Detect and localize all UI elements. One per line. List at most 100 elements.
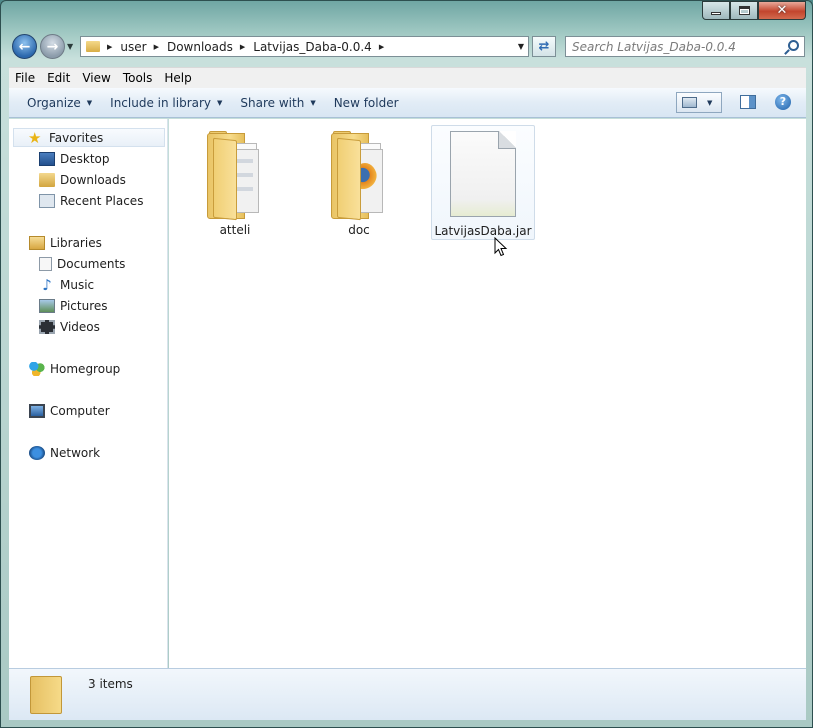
search-box[interactable]: [565, 36, 805, 57]
nav-music-label: Music: [60, 277, 95, 292]
blank-file-icon: [450, 131, 516, 217]
share-with-label: Share with: [240, 95, 305, 110]
explorer-window: ✕ ← → ▼ ▶ user ▶ Downloads ▶ Latvijas_Da…: [0, 0, 813, 728]
nav-computer[interactable]: Computer: [29, 401, 110, 420]
new-folder-label: New folder: [333, 95, 399, 110]
libraries-icon: [29, 235, 45, 250]
chevron-down-icon: ▼: [86, 98, 93, 107]
nav-documents[interactable]: Documents: [39, 254, 125, 273]
file-item-atteli[interactable]: atteli: [183, 125, 287, 240]
nav-desktop[interactable]: Desktop: [39, 149, 110, 168]
breadcrumb-current-folder[interactable]: Latvijas_Daba-0.0.4: [253, 40, 372, 54]
chevron-down-icon: ▼: [310, 98, 316, 107]
nav-computer-label: Computer: [50, 403, 110, 418]
network-icon: [29, 445, 45, 460]
maximize-icon: [738, 6, 750, 15]
nav-network[interactable]: Network: [29, 443, 100, 462]
nav-downloads-label: Downloads: [60, 172, 126, 187]
breadcrumb-user[interactable]: user: [120, 40, 146, 54]
documents-icon: [39, 256, 52, 271]
close-icon: ✕: [776, 3, 788, 18]
computer-icon: [29, 403, 45, 418]
file-name: LatvijasDaba.jar: [434, 224, 532, 238]
folder-icon: [207, 131, 271, 221]
nav-downloads[interactable]: Downloads: [39, 170, 126, 189]
back-button[interactable]: ←: [12, 34, 37, 59]
menu-edit[interactable]: Edit: [41, 71, 76, 85]
menu-bar: File Edit View Tools Help: [9, 67, 806, 88]
nav-recent-places[interactable]: Recent Places: [39, 191, 143, 210]
search-icon[interactable]: [788, 40, 799, 51]
preview-pane-icon[interactable]: [740, 95, 756, 109]
nav-music[interactable]: ♪ Music: [39, 275, 94, 294]
recent-places-icon: [39, 193, 55, 208]
pictures-icon: [39, 298, 55, 313]
include-in-library-label: Include in library: [110, 95, 212, 110]
minimize-icon: [711, 12, 721, 15]
breadcrumb-downloads[interactable]: Downloads: [167, 40, 233, 54]
file-name: atteli: [219, 223, 251, 237]
nav-desktop-label: Desktop: [60, 151, 110, 166]
file-name: doc: [348, 223, 370, 237]
breadcrumb-separator-icon[interactable]: ▶: [240, 43, 245, 51]
nav-libraries[interactable]: Libraries: [29, 233, 102, 252]
nav-recent-places-label: Recent Places: [60, 193, 144, 208]
folder-icon: [30, 676, 62, 714]
organize-button[interactable]: Organize ▼: [18, 96, 101, 110]
chevron-down-icon[interactable]: ▼: [707, 99, 712, 107]
address-dropdown-icon[interactable]: ▼: [518, 42, 524, 51]
view-icon: [682, 97, 697, 108]
help-icon[interactable]: ?: [775, 94, 791, 110]
nav-documents-label: Documents: [57, 256, 126, 271]
close-button[interactable]: ✕: [758, 1, 806, 20]
minimize-button[interactable]: [702, 1, 730, 20]
nav-videos[interactable]: Videos: [39, 317, 100, 336]
details-pane: 3 items: [9, 668, 806, 720]
include-in-library-button[interactable]: Include in library ▼: [101, 96, 231, 110]
star-icon: ★: [28, 128, 42, 147]
breadcrumb-separator-icon[interactable]: ▶: [154, 43, 159, 51]
nav-libraries-label: Libraries: [50, 235, 102, 250]
menu-help[interactable]: Help: [158, 71, 197, 85]
caption-buttons: ✕: [702, 1, 806, 20]
new-folder-button[interactable]: New folder: [325, 96, 408, 110]
videos-icon: [39, 319, 55, 334]
recent-pages-dropdown[interactable]: ▼: [67, 42, 73, 51]
address-bar[interactable]: ▶ user ▶ Downloads ▶ Latvijas_Daba-0.0.4…: [80, 36, 529, 57]
breadcrumb-separator-icon[interactable]: ▶: [379, 43, 384, 51]
desktop-icon: [39, 151, 55, 166]
nav-pictures-label: Pictures: [60, 298, 108, 313]
back-arrow-icon: ←: [18, 38, 31, 55]
nav-videos-label: Videos: [60, 319, 100, 334]
folder-icon: [86, 41, 100, 52]
menu-file[interactable]: File: [9, 71, 41, 85]
chevron-down-icon: ▼: [217, 98, 223, 107]
command-bar: Organize ▼ Include in library ▼ Share wi…: [9, 88, 806, 118]
breadcrumb-separator-icon[interactable]: ▶: [107, 43, 112, 51]
forward-button[interactable]: →: [40, 34, 65, 59]
menu-tools[interactable]: Tools: [117, 71, 159, 85]
menu-view[interactable]: View: [76, 71, 116, 85]
folder-icon: [331, 131, 395, 221]
organize-label: Organize: [27, 95, 81, 110]
nav-homegroup[interactable]: Homegroup: [29, 359, 120, 378]
file-list[interactable]: atteli doc LatvijasDaba.jar: [169, 119, 806, 668]
nav-homegroup-label: Homegroup: [50, 361, 121, 376]
change-view-button[interactable]: ▼: [676, 92, 722, 113]
music-icon: ♪: [42, 275, 52, 294]
search-input[interactable]: [566, 37, 776, 56]
item-count: 3 items: [88, 677, 133, 691]
maximize-button[interactable]: [730, 1, 758, 20]
nav-pictures[interactable]: Pictures: [39, 296, 108, 315]
downloads-folder-icon: [39, 172, 55, 187]
nav-network-label: Network: [50, 445, 101, 460]
file-item-doc[interactable]: doc: [307, 125, 411, 240]
nav-favorites[interactable]: ★ Favorites: [13, 128, 165, 147]
nav-favorites-label: Favorites: [49, 130, 104, 145]
forward-arrow-icon: →: [46, 38, 59, 55]
share-with-button[interactable]: Share with ▼: [231, 96, 324, 110]
refresh-button[interactable]: ⇄: [532, 36, 556, 57]
homegroup-icon: [29, 361, 45, 376]
navigation-pane: ★ Favorites Desktop Downloads Recent Pla…: [9, 119, 168, 668]
file-item-latvijasdaba-jar[interactable]: LatvijasDaba.jar: [431, 125, 535, 240]
